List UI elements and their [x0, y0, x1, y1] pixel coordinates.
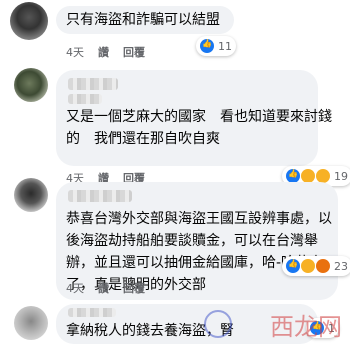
like-reaction-icon — [286, 259, 300, 273]
like-link[interactable]: 讚 — [98, 282, 109, 295]
watermark: 西龙网 — [270, 313, 342, 341]
author-name-blurred — [68, 78, 118, 90]
avatar[interactable] — [10, 2, 48, 40]
like-link[interactable]: 讚 — [98, 46, 109, 59]
comment-text: 恭喜台灣外交部與海盜王國互設辨事處，以 — [66, 211, 332, 227]
comment-bubble: 又是一個芝麻大的國家 看也知道要來討錢 的 我們還在那自吹自爽 — [56, 70, 332, 166]
comment-text: 後海盜劫持船舶要談贖金，可以在台灣舉 — [66, 233, 318, 249]
sad-reaction-icon — [316, 169, 330, 183]
reply-link[interactable]: 回覆 — [123, 282, 145, 295]
like-reaction-icon — [200, 39, 214, 53]
haha-reaction-icon — [301, 169, 315, 183]
reaction-summary[interactable]: 11 — [196, 36, 236, 56]
comment-bubble: 只有海盜和詐騙可以結盟 — [56, 6, 234, 34]
like-reaction-icon — [286, 169, 300, 183]
avatar[interactable] — [14, 68, 48, 102]
comment-meta: 4天 讚 回覆 — [66, 44, 159, 60]
reaction-summary[interactable]: 23 — [282, 256, 350, 276]
comment-text: 又是一個芝麻大的國家 看也知道要來討錢 — [66, 109, 332, 125]
reply-link[interactable]: 回覆 — [123, 46, 145, 59]
reaction-count: 19 — [334, 169, 348, 183]
author-name-blurred — [68, 190, 132, 202]
comment-time: 4天 — [66, 46, 84, 59]
avatar[interactable] — [14, 178, 48, 212]
comment-time: 4天 — [66, 282, 84, 295]
reaction-count: 11 — [218, 39, 232, 53]
reaction-count: 23 — [334, 259, 348, 273]
angry-reaction-icon — [316, 259, 330, 273]
author-name-blurred — [68, 94, 102, 104]
comment-meta: 4天 讚 回覆 — [66, 280, 159, 296]
author-name-blurred — [68, 308, 116, 317]
watermark-logo-icon — [204, 310, 232, 338]
avatar[interactable] — [14, 306, 48, 340]
haha-reaction-icon — [301, 259, 315, 273]
comment-text: 的 我們還在那自吹自爽 — [66, 131, 220, 147]
comment-text: 只有海盜和詐騙可以結盟 — [66, 12, 220, 28]
